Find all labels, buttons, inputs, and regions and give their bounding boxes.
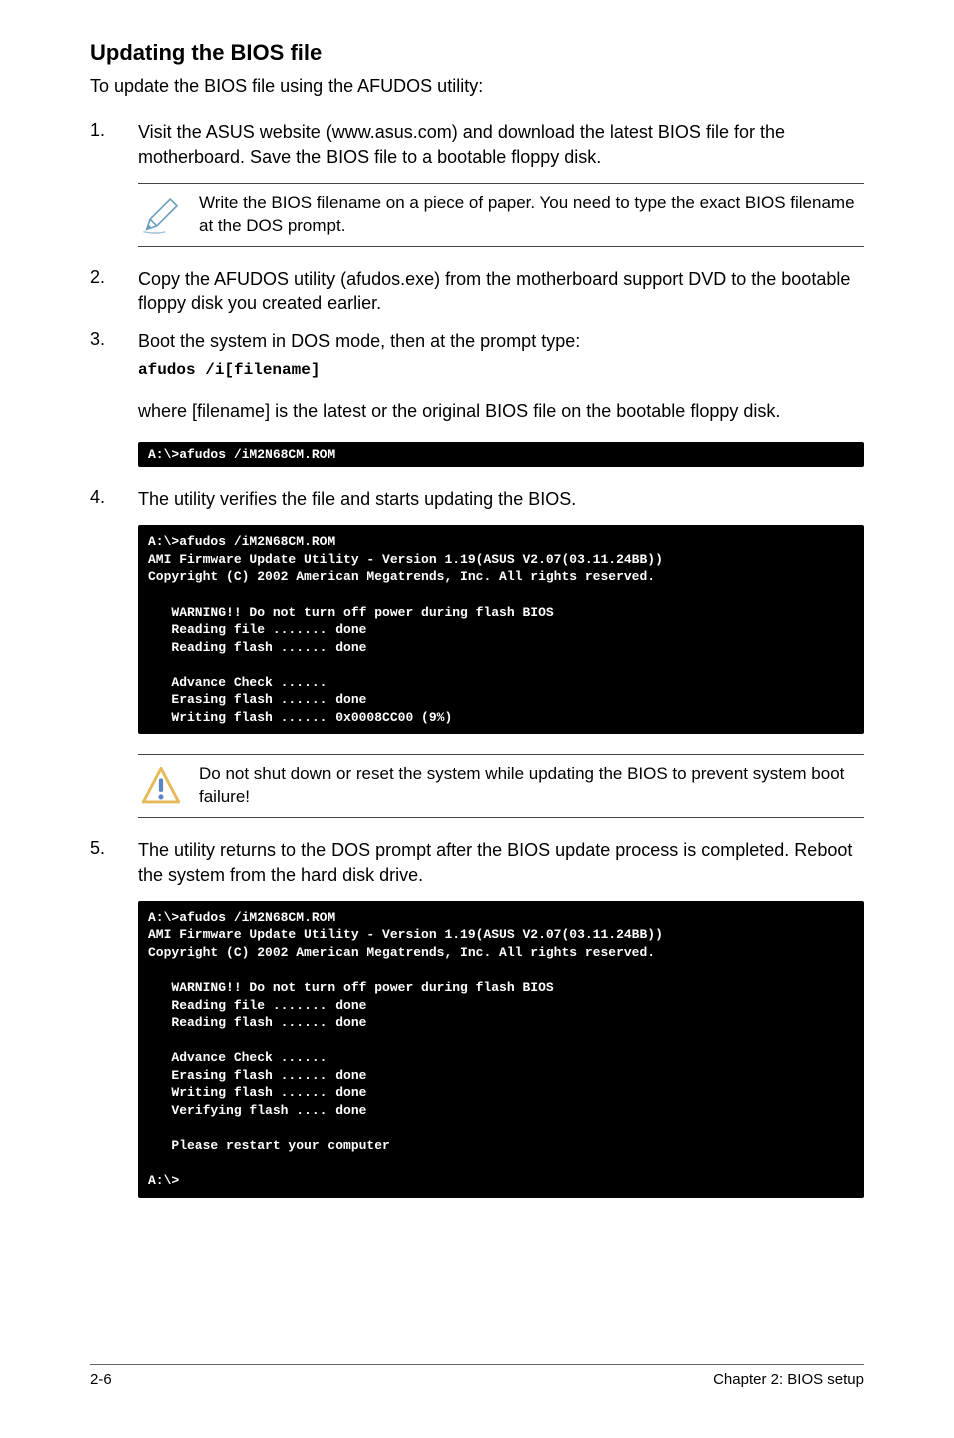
command-text: afudos /i[filename] [138, 360, 864, 382]
step-body: The utility returns to the DOS prompt af… [138, 838, 864, 887]
caution-icon [138, 765, 183, 807]
step-number: 3. [90, 329, 138, 381]
pencil-icon [138, 194, 183, 236]
step-body: Boot the system in DOS mode, then at the… [138, 329, 864, 381]
step-5: 5. The utility returns to the DOS prompt… [90, 838, 864, 887]
section-heading: Updating the BIOS file [90, 40, 864, 66]
intro-text: To update the BIOS file using the AFUDOS… [90, 74, 864, 98]
step-body: The utility verifies the file and starts… [138, 487, 864, 511]
step-1: 1. Visit the ASUS website (www.asus.com)… [90, 120, 864, 169]
chapter-label: Chapter 2: BIOS setup [713, 1371, 864, 1388]
step-number: 4. [90, 487, 138, 511]
step-4: 4. The utility verifies the file and sta… [90, 487, 864, 511]
step-number: 5. [90, 838, 138, 887]
note-text: Do not shut down or reset the system whi… [199, 763, 864, 809]
step-3: 3. Boot the system in DOS mode, then at … [90, 329, 864, 381]
step-3-note: where [filename] is the latest or the or… [138, 399, 864, 423]
document-page: Updating the BIOS file To update the BIO… [0, 0, 954, 1438]
step-body: Copy the AFUDOS utility (afudos.exe) fro… [138, 267, 864, 316]
step-number: 2. [90, 267, 138, 316]
terminal-block-1: A:\>afudos /iM2N68CM.ROM [138, 442, 864, 468]
step-number: 1. [90, 120, 138, 169]
page-number: 2-6 [90, 1371, 112, 1388]
note-text: Write the BIOS filename on a piece of pa… [199, 192, 864, 238]
terminal-block-3: A:\>afudos /iM2N68CM.ROM AMI Firmware Up… [138, 901, 864, 1198]
info-note: Write the BIOS filename on a piece of pa… [138, 183, 864, 247]
step-2: 2. Copy the AFUDOS utility (afudos.exe) … [90, 267, 864, 316]
step-text: Boot the system in DOS mode, then at the… [138, 331, 580, 351]
step-body: Visit the ASUS website (www.asus.com) an… [138, 120, 864, 169]
caution-note: Do not shut down or reset the system whi… [138, 754, 864, 818]
terminal-block-2: A:\>afudos /iM2N68CM.ROM AMI Firmware Up… [138, 525, 864, 734]
page-footer: 2-6 Chapter 2: BIOS setup [90, 1364, 864, 1388]
